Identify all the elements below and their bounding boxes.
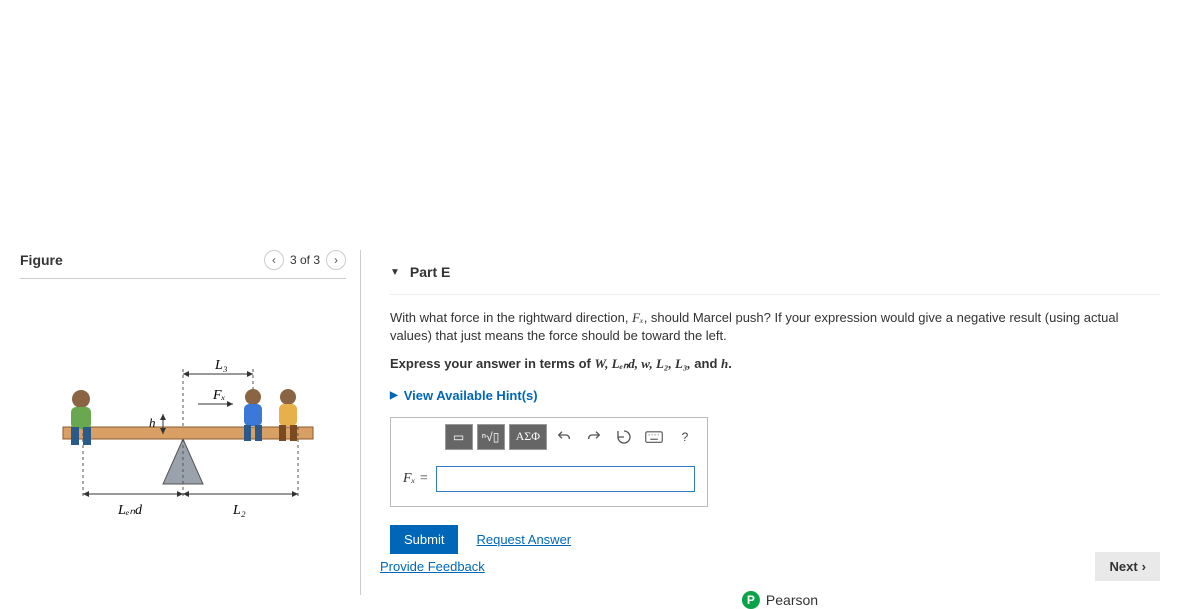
brand-name: Pearson: [766, 592, 818, 608]
view-hints-button[interactable]: ▶ View Available Hint(s): [390, 388, 1150, 403]
figure-panel: Figure ‹ 3 of 3 ›: [0, 250, 360, 605]
footer-row: Provide Feedback Next ›: [380, 552, 1160, 581]
part-header[interactable]: ▼ Part E: [390, 250, 1160, 295]
equation-toolbar: ▭ ⁿ√▯ ΑΣΦ ?: [391, 418, 707, 456]
provide-feedback-link[interactable]: Provide Feedback: [380, 559, 485, 574]
label-L2: L₂: [232, 503, 246, 518]
figure-pager: ‹ 3 of 3 ›: [264, 250, 346, 270]
answer-box: ▭ ⁿ√▯ ΑΣΦ ?: [390, 417, 708, 507]
redo-button[interactable]: [581, 424, 607, 450]
root-tool-button[interactable]: ⁿ√▯: [477, 424, 505, 450]
reset-button[interactable]: [611, 424, 637, 450]
answer-actions: Submit Request Answer: [390, 525, 1150, 554]
figure-title: Figure: [20, 252, 63, 268]
figure-next-button[interactable]: ›: [326, 250, 346, 270]
question-body: With what force in the rightward directi…: [390, 295, 1150, 554]
collapse-caret-icon: ▼: [390, 267, 400, 278]
figure-pager-text: 3 of 3: [290, 253, 320, 267]
answer-row: Fₓ =: [391, 456, 707, 506]
chevron-right-icon: ▶: [390, 390, 398, 401]
help-button[interactable]: ?: [671, 424, 699, 450]
submit-button[interactable]: Submit: [390, 525, 458, 554]
keyboard-button[interactable]: [641, 424, 667, 450]
label-L3: L₃: [214, 358, 228, 373]
figure-image: L₃ Fₓ h Lₑₙd L₂: [20, 319, 346, 519]
brand-footer: P Pearson: [742, 591, 818, 609]
answer-variable-label: Fₓ =: [403, 471, 428, 487]
pearson-logo-icon: P: [742, 591, 760, 609]
label-h: h: [149, 415, 156, 430]
answer-input[interactable]: [436, 466, 695, 492]
request-answer-link[interactable]: Request Answer: [476, 532, 571, 547]
next-button[interactable]: Next ›: [1095, 552, 1160, 581]
express-instruction: Express your answer in terms of W, Lₑₙd,…: [390, 355, 1150, 373]
greek-tool-button[interactable]: ΑΣΦ: [509, 424, 547, 450]
question-panel: ▼ Part E With what force in the rightwar…: [360, 250, 1200, 605]
question-text: With what force in the rightward directi…: [390, 309, 1150, 345]
view-hints-label: View Available Hint(s): [404, 388, 538, 403]
chevron-right-icon: ›: [1142, 559, 1146, 574]
undo-button[interactable]: [551, 424, 577, 450]
template-tool-button[interactable]: ▭: [445, 424, 473, 450]
figure-header: Figure ‹ 3 of 3 ›: [20, 250, 346, 279]
figure-prev-button[interactable]: ‹: [264, 250, 284, 270]
label-Fx: Fₓ: [212, 388, 226, 403]
part-label: Part E: [410, 264, 450, 280]
label-Lend: Lₑₙd: [117, 503, 143, 518]
